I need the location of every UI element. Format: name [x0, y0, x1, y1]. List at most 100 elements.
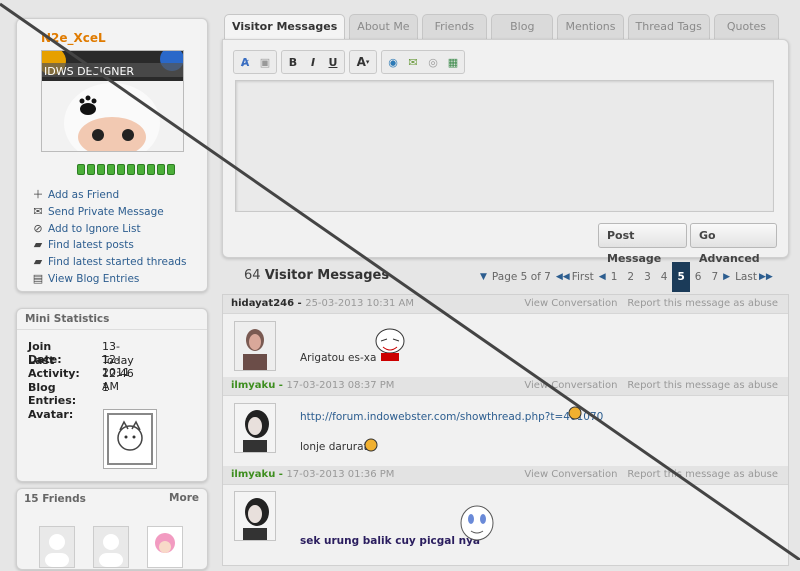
- last-page-link[interactable]: Last: [730, 262, 759, 292]
- emoticon-icon: [364, 437, 378, 456]
- tab-quotes[interactable]: Quotes: [713, 14, 779, 39]
- message-editor: A̷ ▣ B I U A ▾ ◉ ✉ ◎ ▦ Post Message Go Ad…: [222, 39, 789, 265]
- image-banner-text: IDWS DESIGNER: [44, 65, 134, 78]
- message-author: hidayat246 - 25-03-2013 10:31 AM: [231, 298, 414, 309]
- post-message-button[interactable]: Post Message: [598, 223, 687, 265]
- page-link[interactable]: 3: [639, 262, 656, 292]
- friends-panel: 15 Friends More: [16, 488, 208, 570]
- add-friend-link[interactable]: ＋ Add as Friend: [33, 187, 187, 204]
- current-page[interactable]: 5: [672, 262, 690, 292]
- ignore-list-link[interactable]: ⊘ Add to Ignore List: [33, 221, 187, 238]
- latest-posts-link[interactable]: ▰ Find latest posts: [33, 237, 187, 254]
- author-name[interactable]: hidayat246: [231, 298, 294, 309]
- report-link[interactable]: Report this message as abuse: [627, 469, 778, 480]
- message-date: 17-03-2013 01:36 PM: [286, 469, 395, 480]
- page-dropdown-icon: ▼: [480, 272, 487, 282]
- view-conversation-link[interactable]: View Conversation: [524, 298, 617, 309]
- tab-blog[interactable]: Blog: [491, 14, 554, 39]
- author-name[interactable]: ilmyaku: [231, 469, 275, 480]
- avatar-label: Avatar:: [28, 408, 74, 421]
- message-heading-title: Visitor Messages: [264, 268, 390, 283]
- emoticon-icon: [458, 503, 496, 549]
- last-icon: ▶▶: [758, 272, 773, 282]
- reputation-bar: [77, 164, 175, 175]
- message-links: View Conversation Report this message as …: [514, 380, 778, 391]
- profile-tabs: Visitor Messages About Me Friends Blog M…: [224, 14, 779, 40]
- report-link[interactable]: Report this message as abuse: [627, 380, 778, 391]
- message-text: lonje darurat: [300, 441, 368, 453]
- tab-about-me[interactable]: About Me: [349, 14, 418, 39]
- blog-entries-value: 1: [102, 381, 109, 394]
- link-icon[interactable]: ◎: [424, 53, 442, 71]
- user-avatar: [103, 409, 157, 469]
- globe-icon[interactable]: ◉: [384, 53, 402, 71]
- message-textarea[interactable]: [235, 80, 774, 212]
- page-link[interactable]: 4: [656, 262, 673, 292]
- remove-format-icon[interactable]: A̷: [236, 53, 254, 71]
- message-author: ilmyaku - 17-03-2013 01:36 PM: [231, 469, 395, 480]
- profile-image: IDWS DESIGNER: [41, 50, 184, 152]
- message-avatar[interactable]: [234, 491, 276, 541]
- profile-username[interactable]: N2e_XceL: [41, 31, 106, 45]
- message-avatar[interactable]: [234, 321, 276, 371]
- message-link[interactable]: http://forum.indowebster.com/showthread.…: [300, 411, 603, 423]
- bold-button[interactable]: B: [284, 53, 302, 71]
- message-count: 64: [244, 268, 261, 283]
- view-conversation-link[interactable]: View Conversation: [524, 380, 617, 391]
- latest-threads-link[interactable]: ▰ Find latest started threads: [33, 254, 187, 271]
- italic-button[interactable]: I: [304, 53, 322, 71]
- editor-toolbar: A̷ ▣ B I U A ▾ ◉ ✉ ◎ ▦: [233, 50, 465, 74]
- friend-avatar[interactable]: [147, 526, 183, 568]
- message-author: ilmyaku - 17-03-2013 08:37 PM: [231, 380, 395, 391]
- page-link[interactable]: 6: [690, 262, 707, 292]
- emoticon-icon: [373, 325, 407, 367]
- mini-statistics-panel: Mini Statistics Join Date: 13-12-2011 La…: [16, 308, 208, 482]
- visitor-messages-heading: 64 Visitor Messages: [244, 268, 389, 283]
- tab-visitor-messages[interactable]: Visitor Messages: [224, 14, 346, 40]
- friend-avatar[interactable]: [93, 526, 129, 568]
- send-pm-link[interactable]: ✉ Send Private Message: [33, 204, 187, 221]
- message-text: Arigatou es-xa: [300, 352, 377, 364]
- image-icon[interactable]: ▦: [444, 53, 462, 71]
- envelope-icon: ✉: [33, 204, 43, 218]
- go-advanced-button[interactable]: Go Advanced: [690, 223, 777, 265]
- visitor-messages-list: hidayat246 - 25-03-2013 10:31 AM View Co…: [222, 294, 789, 566]
- message-links: View Conversation Report this message as …: [514, 298, 778, 309]
- pagination: ▼ Page 5 of 7 ◀◀ First ◀ 1 2 3 4 5 6 7 ▶…: [480, 262, 773, 292]
- report-link[interactable]: Report this message as abuse: [627, 298, 778, 309]
- page-indicator[interactable]: Page 5 of 7: [487, 262, 556, 292]
- message-text: sek urung balik cuy picgal nya: [300, 535, 481, 547]
- view-conversation-link[interactable]: View Conversation: [524, 469, 617, 480]
- profile-panel: N2e_XceL IDWS DESIGNER ＋ Add as Friend ✉ S…: [16, 18, 208, 292]
- tab-mentions[interactable]: Mentions: [557, 14, 624, 39]
- last-activity-label: Last Activity:: [28, 354, 80, 380]
- blog-entries-link[interactable]: ▤ View Blog Entries: [33, 271, 187, 288]
- message-avatar[interactable]: [234, 403, 276, 453]
- underline-button[interactable]: U: [324, 53, 342, 71]
- emoticon-icon: [568, 405, 582, 424]
- friends-title: 15 Friends: [24, 493, 86, 505]
- blog-icon: ▤: [32, 271, 44, 285]
- friends-more-link[interactable]: More: [169, 492, 199, 504]
- friends-label: Friends: [42, 493, 86, 505]
- next-icon[interactable]: ▶: [723, 272, 730, 282]
- message-date: 17-03-2013 08:37 PM: [286, 380, 395, 391]
- message-links: View Conversation Report this message as …: [514, 469, 778, 480]
- message-header: ilmyaku - 17-03-2013 08:37 PM View Conve…: [223, 377, 788, 396]
- page-link[interactable]: 7: [706, 262, 723, 292]
- message-header: hidayat246 - 25-03-2013 10:31 AM View Co…: [223, 295, 788, 314]
- tab-thread-tags[interactable]: Thread Tags: [627, 14, 710, 39]
- page-link[interactable]: 1: [606, 262, 623, 292]
- font-color-button[interactable]: A ▾: [352, 53, 374, 71]
- paste-icon[interactable]: ▣: [256, 53, 274, 71]
- friends-count: 15: [24, 493, 39, 505]
- mini-statistics-title: Mini Statistics: [17, 309, 207, 330]
- page-link[interactable]: 2: [622, 262, 639, 292]
- author-name[interactable]: ilmyaku: [231, 380, 275, 391]
- friend-avatar[interactable]: [39, 526, 75, 568]
- prev-icon[interactable]: ◀: [599, 272, 606, 282]
- tab-friends[interactable]: Friends: [421, 14, 488, 39]
- threads-icon: ▰: [33, 255, 43, 269]
- email-icon[interactable]: ✉: [404, 53, 422, 71]
- first-page-link[interactable]: First: [570, 262, 599, 292]
